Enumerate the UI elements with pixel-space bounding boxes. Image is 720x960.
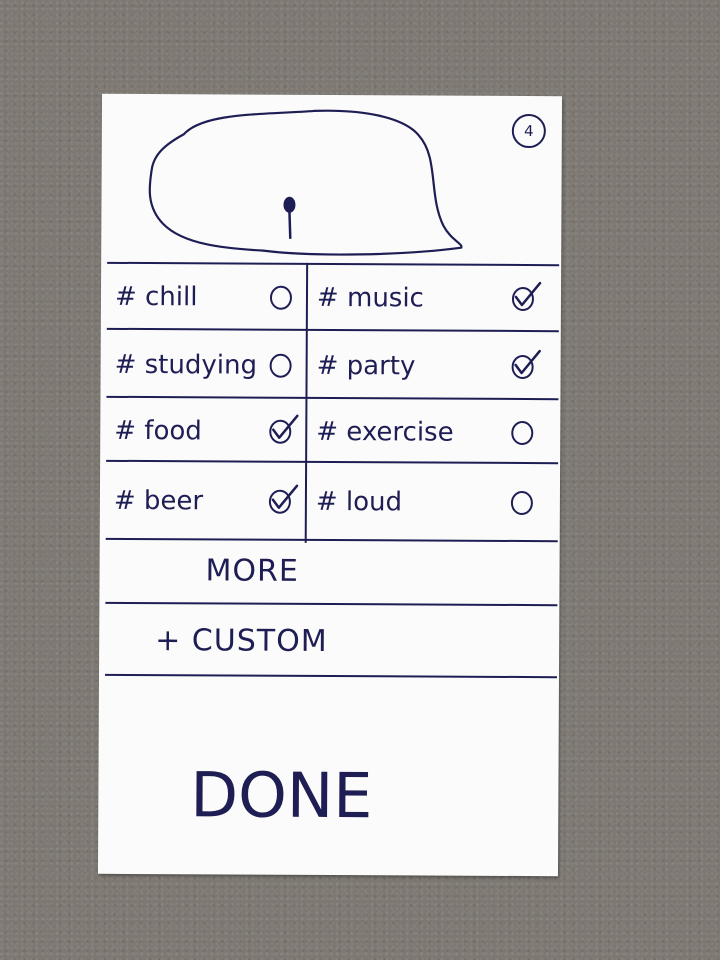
done-label: DONE xyxy=(190,757,373,832)
checked-circle-icon xyxy=(511,349,541,380)
empty-circle-icon xyxy=(510,491,533,516)
custom-label: + CUSTOM xyxy=(155,622,328,659)
tag-label: # exercise xyxy=(316,416,454,448)
tag-toggle[interactable]: # chill xyxy=(115,266,303,329)
checked-circle-icon xyxy=(269,414,299,444)
tag-label: # loud xyxy=(315,486,403,518)
tag-grid: # chill # music # studying # party # food #… xyxy=(101,261,561,543)
tag-row: # beer # loud xyxy=(100,470,560,534)
empty-circle-icon xyxy=(269,353,292,378)
checked-circle-icon xyxy=(511,281,542,312)
tag-row: # studying # party xyxy=(100,334,560,398)
more-label: MORE xyxy=(205,552,299,589)
tag-row: # food # exercise xyxy=(100,400,560,464)
empty-circle-icon xyxy=(511,421,534,446)
map-area[interactable] xyxy=(143,104,464,266)
empty-circle-icon xyxy=(269,285,292,310)
tag-label: # party xyxy=(316,350,416,382)
add-custom-tag-button[interactable]: + CUSTOM xyxy=(99,608,559,674)
more-button[interactable]: MORE xyxy=(99,538,559,604)
tag-toggle[interactable]: # music xyxy=(317,267,551,330)
tag-toggle[interactable]: # party xyxy=(316,335,550,398)
tag-label: # music xyxy=(316,282,424,314)
tag-toggle[interactable]: # exercise xyxy=(316,401,550,464)
paper-prototype-screen: 4 # chill # music # studying # party # foo… xyxy=(97,93,563,877)
tag-label: # food xyxy=(114,415,202,447)
divider xyxy=(104,673,558,679)
page-number: 4 xyxy=(524,122,534,141)
tag-toggle[interactable]: # food xyxy=(114,400,302,463)
checked-circle-icon xyxy=(268,484,299,514)
tag-toggle[interactable]: # studying xyxy=(114,334,302,397)
tag-toggle[interactable]: # beer xyxy=(114,470,302,533)
tag-label: # beer xyxy=(113,485,204,517)
tag-row: # chill # music xyxy=(101,266,561,330)
tag-label: # studying xyxy=(114,349,258,381)
done-button[interactable]: DONE xyxy=(98,744,559,846)
tag-label: # chill xyxy=(114,281,198,313)
map-pin-icon xyxy=(283,196,296,239)
tag-toggle[interactable]: # loud xyxy=(316,471,550,534)
page-number-badge: 4 xyxy=(511,113,546,149)
